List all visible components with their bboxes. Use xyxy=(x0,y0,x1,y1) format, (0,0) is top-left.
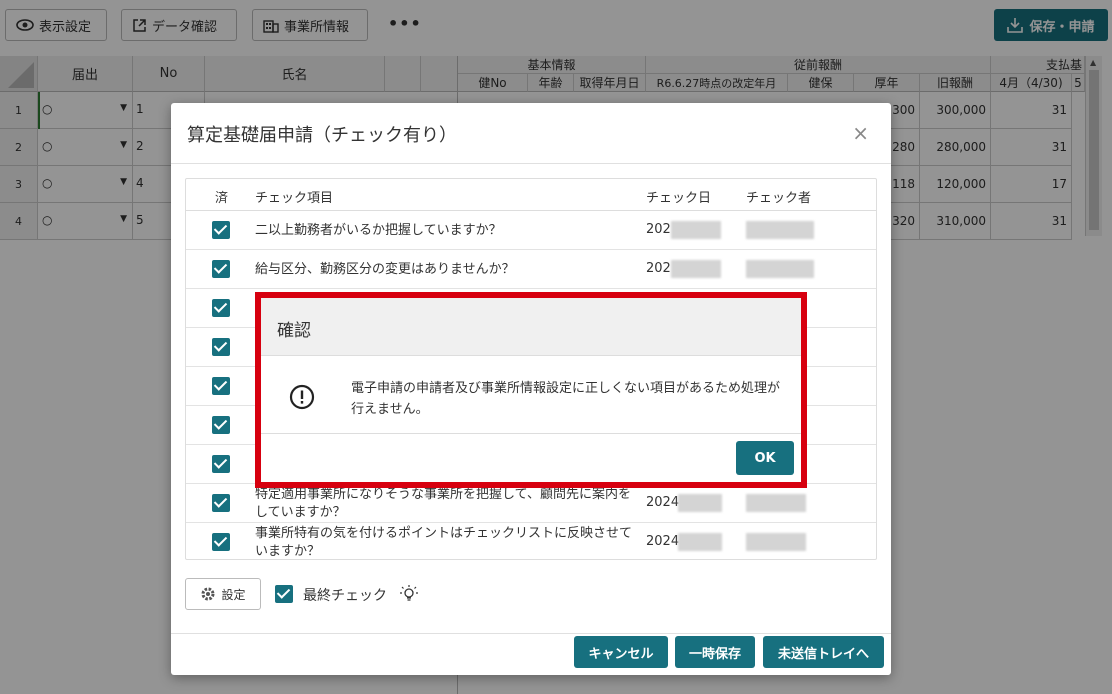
check-date: 202 xyxy=(646,222,671,237)
header-item: チェック項目 xyxy=(255,191,334,206)
checklist-row: 給与区分、勤務区分の変更はありませんか？ 202 xyxy=(186,250,876,289)
gear-icon xyxy=(201,587,215,601)
final-check-checkbox[interactable] xyxy=(275,585,293,603)
ok-button[interactable]: OK xyxy=(736,441,794,475)
final-check-label: 最終チェック xyxy=(303,588,387,604)
exclamation-circle-icon xyxy=(289,384,315,410)
lightbulb-icon[interactable] xyxy=(399,584,419,604)
cancel-button[interactable]: キャンセル xyxy=(574,636,668,668)
redacted-date xyxy=(678,533,722,551)
check-item-text: 事業所特有の気を付けるポイントはチェックリストに反映させていますか？ xyxy=(255,526,633,559)
header-date: チェック日 xyxy=(646,191,712,206)
check-item-text: 二以上勤務者がいるか把握していますか？ xyxy=(255,223,502,238)
divider xyxy=(261,433,801,434)
checklist-row: 二以上勤務者がいるか把握していますか？ 202 xyxy=(186,211,876,250)
confirm-header: 確認 xyxy=(261,298,801,356)
check-date: 2024 xyxy=(646,534,680,549)
close-icon[interactable]: × xyxy=(852,121,869,145)
done-checkbox[interactable] xyxy=(212,533,230,551)
done-checkbox[interactable] xyxy=(212,299,230,317)
settings-button[interactable]: 設定 xyxy=(185,578,261,610)
check-date: 2024 xyxy=(646,495,680,510)
settings-label: 設定 xyxy=(221,587,246,602)
check-item-text: 給与区分、勤務区分の変更はありませんか？ xyxy=(255,262,515,277)
done-checkbox[interactable] xyxy=(212,221,230,239)
done-checkbox[interactable] xyxy=(212,338,230,356)
redacted-checker xyxy=(746,533,806,551)
redacted-checker xyxy=(746,260,814,278)
redacted-checker xyxy=(746,221,814,239)
divider xyxy=(171,163,891,164)
done-checkbox[interactable] xyxy=(212,377,230,395)
done-checkbox[interactable] xyxy=(212,494,230,512)
redacted-checker xyxy=(746,494,806,512)
done-checkbox[interactable] xyxy=(212,260,230,278)
redacted-date xyxy=(678,494,722,512)
confirm-title: 確認 xyxy=(277,321,311,341)
confirm-dialog: 確認 電子申請の申請者及び事業所情報設定に正しくない項目があるため処理が行えませ… xyxy=(255,292,807,488)
check-item-text: 特定適用事業所になりそうな事業所を把握して、顧問先に案内をしていますか？ xyxy=(255,487,631,520)
header-done: 済 xyxy=(215,191,229,206)
unsent-tray-button[interactable]: 未送信トレイへ xyxy=(763,636,884,668)
checklist-row: 事業所特有の気を付けるポイントはチェックリストに反映させていますか？ 2024 xyxy=(186,523,876,562)
temp-save-button[interactable]: 一時保存 xyxy=(675,636,755,668)
done-checkbox[interactable] xyxy=(212,455,230,473)
redacted-date xyxy=(671,260,721,278)
divider xyxy=(171,633,891,634)
done-checkbox[interactable] xyxy=(212,416,230,434)
checklist-header: 済 チェック項目 チェック日 チェック者 xyxy=(186,179,876,211)
dialog-title: 算定基礎届申請（チェック有り） xyxy=(187,125,457,146)
check-date: 202 xyxy=(646,261,671,276)
confirm-message: 電子申請の申請者及び事業所情報設定に正しくない項目があるため処理が行えません。 xyxy=(351,381,781,417)
redacted-date xyxy=(671,221,721,239)
checklist-row: 特定適用事業所になりそうな事業所を把握して、顧問先に案内をしていますか？ 202… xyxy=(186,484,876,523)
header-checker: チェック者 xyxy=(746,191,812,206)
